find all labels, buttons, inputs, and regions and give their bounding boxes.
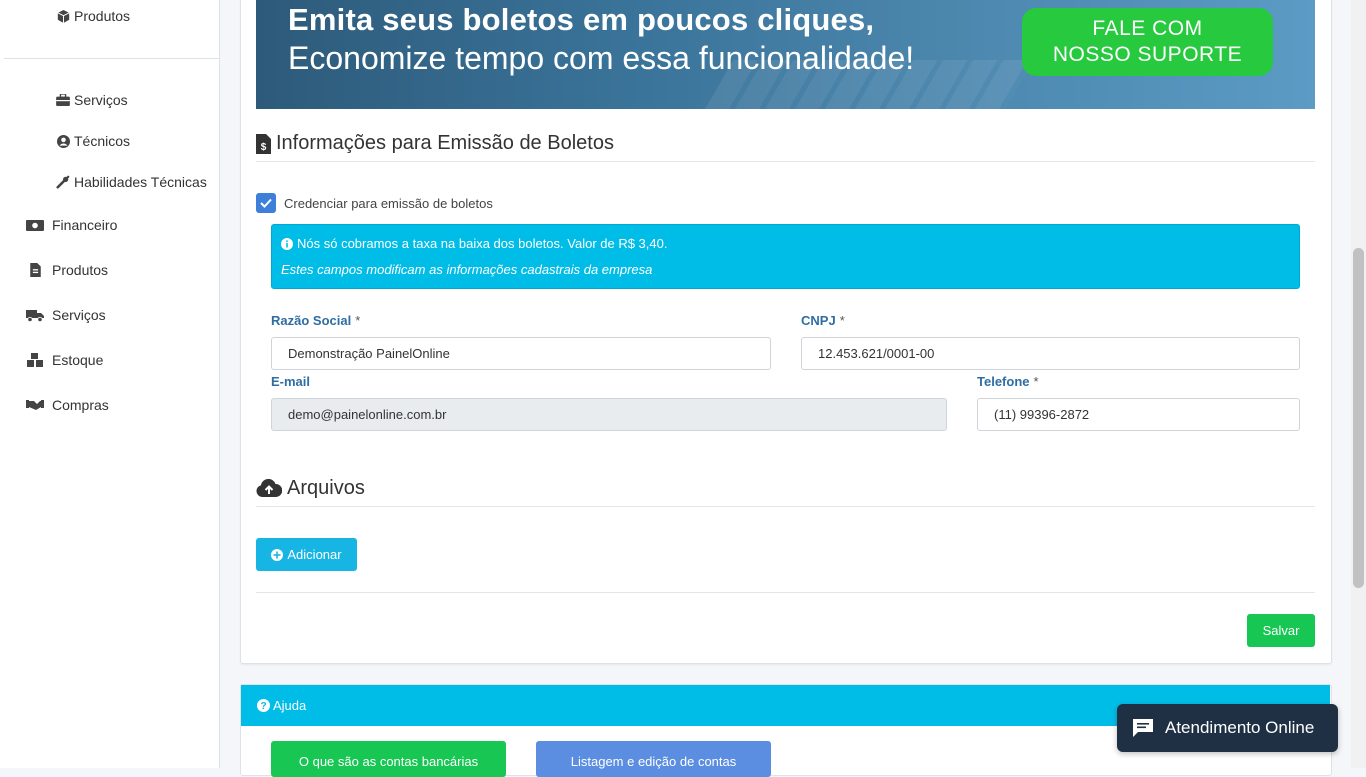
sidebar-subitem-label: Serviços xyxy=(74,92,128,108)
cnpj-input[interactable]: 12.453.621/0001-00 xyxy=(801,337,1300,370)
sidebar-subitem-label: Habilidades Técnicas xyxy=(74,174,207,190)
label-text: CNPJ xyxy=(801,313,836,328)
checkmark-icon xyxy=(260,198,272,208)
page-scrollbar-thumb[interactable] xyxy=(1353,248,1364,588)
info-alert: Nós só cobramos a taxa na baixa dos bole… xyxy=(271,224,1300,289)
tools-icon xyxy=(56,175,70,189)
required-mark: * xyxy=(355,313,361,328)
file-invoice-icon xyxy=(26,263,44,277)
sidebar-item-estoque[interactable]: Estoque xyxy=(26,352,103,368)
help-accounts-list-button[interactable]: Listagem e edição de contas xyxy=(536,741,771,777)
telefone-input[interactable]: (11) 99396-2872 xyxy=(977,398,1300,431)
info-circle-icon xyxy=(281,237,293,250)
required-mark: * xyxy=(839,313,845,328)
question-circle-icon: ? xyxy=(257,699,270,712)
truck-icon xyxy=(26,308,44,322)
plus-circle-icon xyxy=(271,548,284,561)
help-title: Ajuda xyxy=(273,698,307,713)
files-section-title: Arquivos xyxy=(256,477,1315,500)
info-line1: Nós só cobramos a taxa na baixa dos bole… xyxy=(281,236,667,251)
sidebar-subitem-tecnicos[interactable]: Técnicos xyxy=(56,133,130,149)
section-title-text: Informações para Emissão de Boletos xyxy=(276,132,614,154)
chat-bubble-icon xyxy=(1133,719,1153,737)
handshake-icon xyxy=(26,398,44,412)
sidebar: Produtos Serviços Técnicos Habilidades T… xyxy=(0,0,220,768)
sidebar-subitem-label: Produtos xyxy=(74,8,131,24)
banner-headline: Emita seus boletos em poucos cliques, xyxy=(288,2,875,37)
sidebar-item-label: Estoque xyxy=(52,352,104,368)
sidebar-item-label: Financeiro xyxy=(52,217,118,233)
banner-subline: Economize tempo com essa funcionalidade! xyxy=(288,40,915,76)
sidebar-subitem-label: Técnicos xyxy=(74,133,131,149)
money-bill-icon xyxy=(26,218,44,232)
razao-social-input[interactable]: Demonstração PainelOnline xyxy=(271,337,771,370)
sidebar-subitem-servicos[interactable]: Serviços xyxy=(56,92,128,108)
label-text: Telefone xyxy=(977,374,1030,389)
support-cta-button[interactable]: FALE COM NOSSO SUPORTE xyxy=(1022,8,1273,76)
boleto-section-title: $ Informações para Emissão de Boletos xyxy=(256,132,1315,155)
svg-text:$: $ xyxy=(261,142,267,153)
email-input: demo@painelonline.com.br xyxy=(271,398,947,431)
boxes-icon xyxy=(26,353,44,367)
label-text: Razão Social xyxy=(271,313,352,328)
sidebar-subitem-produtos[interactable]: Produtos xyxy=(56,8,130,24)
cta-line2: NOSSO SUPORTE xyxy=(1052,43,1243,66)
sidebar-item-produtos[interactable]: Produtos xyxy=(26,262,108,278)
help-bank-accounts-button[interactable]: O que são as contas bancárias xyxy=(271,741,506,777)
chat-widget[interactable]: Atendimento Online xyxy=(1117,704,1338,752)
briefcase-icon xyxy=(56,93,70,107)
cnpj-label: CNPJ * xyxy=(801,313,845,328)
cloud-upload-icon xyxy=(256,479,282,498)
promo-banner: Emita seus boletos em poucos cliques, Ec… xyxy=(256,0,1315,109)
sidebar-subitem-habilidades[interactable]: Habilidades Técnicas xyxy=(56,174,207,190)
sidebar-item-financeiro[interactable]: Financeiro xyxy=(26,217,117,233)
user-circle-icon xyxy=(56,134,70,148)
cta-line1: FALE COM xyxy=(1092,17,1203,40)
info-text: Nós só cobramos a taxa na baixa dos bole… xyxy=(297,236,668,251)
add-file-button[interactable]: Adicionar xyxy=(256,538,357,571)
checkbox-label: Credenciar para emissão de boletos xyxy=(284,195,493,211)
file-invoice-dollar-icon: $ xyxy=(256,133,271,154)
razao-social-label: Razão Social * xyxy=(271,313,360,328)
required-mark: * xyxy=(1033,374,1039,389)
sidebar-item-label: Compras xyxy=(52,397,109,413)
sidebar-item-label: Serviços xyxy=(52,307,106,323)
svg-text:?: ? xyxy=(260,701,266,712)
add-file-label: Adicionar xyxy=(287,547,342,562)
sidebar-divider xyxy=(4,58,219,59)
telefone-label: Telefone * xyxy=(977,374,1039,389)
email-label: E-mail xyxy=(271,374,311,389)
section-divider xyxy=(256,161,1315,162)
section-title-text: Arquivos xyxy=(287,477,365,499)
sidebar-item-label: Produtos xyxy=(52,262,109,278)
section-divider xyxy=(256,506,1315,507)
info-note: Estes campos modificam as informações ca… xyxy=(281,262,653,277)
save-button[interactable]: Salvar xyxy=(1247,614,1315,647)
credenciar-checkbox-row[interactable]: Credenciar para emissão de boletos xyxy=(256,193,493,213)
chat-label: Atendimento Online xyxy=(1165,718,1315,737)
credenciar-checkbox[interactable] xyxy=(256,193,276,213)
sidebar-item-servicos[interactable]: Serviços xyxy=(26,307,106,323)
sidebar-item-compras[interactable]: Compras xyxy=(26,397,109,413)
box-icon xyxy=(56,9,70,23)
footer-divider xyxy=(256,592,1315,593)
